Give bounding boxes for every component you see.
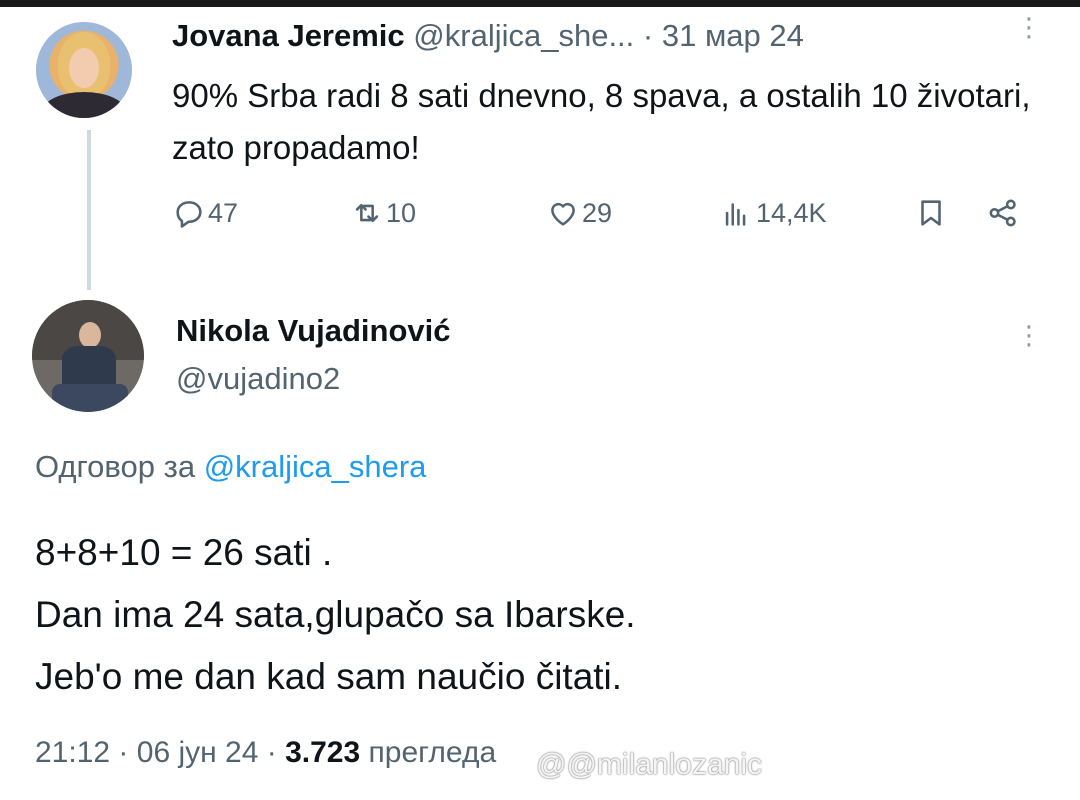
reply-meta: 21:12 · 06 јун 24 · 3.723 прегледа (35, 736, 496, 770)
bookmark-button[interactable] (914, 196, 950, 230)
heart-icon (551, 202, 575, 226)
reply-count: 47 (208, 197, 239, 228)
separator-dot: · (642, 18, 654, 53)
views-icon (725, 203, 746, 226)
author-handle[interactable]: @kraljica_she... (413, 18, 634, 53)
replying-mention-link[interactable]: @kraljica_shera (204, 449, 427, 484)
like-button[interactable]: 29 (546, 196, 612, 230)
reply-line: Jeb'o me dan kad sam naučio čitati. (35, 656, 623, 697)
reply-views-count: 3.723 (285, 736, 361, 769)
watermark: @@milanlozanic (536, 748, 762, 782)
avatar-jovana[interactable] (36, 22, 132, 118)
like-count: 29 (582, 197, 613, 228)
share-button[interactable] (986, 196, 1022, 230)
share-icon (989, 199, 1016, 227)
replying-prefix: Одговор за (35, 449, 196, 484)
tweet-text: 90% Srba radi 8 sati dnevno, 8 spava, a … (172, 77, 1031, 166)
separator-dot: · (118, 736, 129, 769)
tweet-actions: 47 10 29 14,4K (172, 196, 1032, 240)
retweet-button[interactable]: 10 (350, 196, 416, 230)
retweet-icon (355, 203, 379, 223)
reply-date[interactable]: 06 јун 24 (137, 736, 259, 769)
reply-line: Dan ima 24 sata,glupačo sa Ibarske. (35, 594, 636, 635)
reply-text: 8+8+10 = 26 sati . Dan ima 24 sata,glupa… (35, 522, 1035, 708)
reply-more-options-icon[interactable]: ⋮ (1016, 322, 1042, 348)
author-name[interactable]: Jovana Jeremic (172, 18, 405, 53)
views-count: 14,4K (756, 197, 827, 228)
reply-button[interactable]: 47 (172, 196, 238, 230)
avatar-nikola[interactable] (32, 300, 144, 412)
tweet-header: Jovana Jeremic @kraljica_she... · 31 мар… (172, 18, 804, 54)
reply-icon (176, 201, 202, 228)
tweet-date[interactable]: 31 мар 24 (662, 18, 804, 53)
top-edge-bar (0, 0, 1080, 7)
separator-dot: · (266, 736, 277, 769)
reply-author-handle[interactable]: @vujadino2 (176, 361, 340, 397)
reply-views-label: прегледа (368, 736, 497, 769)
thread-connector-line (87, 130, 91, 290)
watermark-text: @milanlozanic (566, 748, 762, 781)
bookmark-icon (921, 200, 941, 226)
threads-icon: @ (536, 748, 567, 781)
retweet-count: 10 (386, 197, 417, 228)
reply-time[interactable]: 21:12 (35, 736, 110, 769)
reply-line: 8+8+10 = 26 sati . (35, 532, 333, 573)
views-button[interactable]: 14,4K (720, 196, 827, 230)
reply-author-name[interactable]: Nikola Vujadinović (176, 313, 450, 349)
replying-to: Одговор за @kraljica_shera (35, 449, 426, 485)
more-options-icon[interactable]: ⋮ (1016, 14, 1042, 40)
